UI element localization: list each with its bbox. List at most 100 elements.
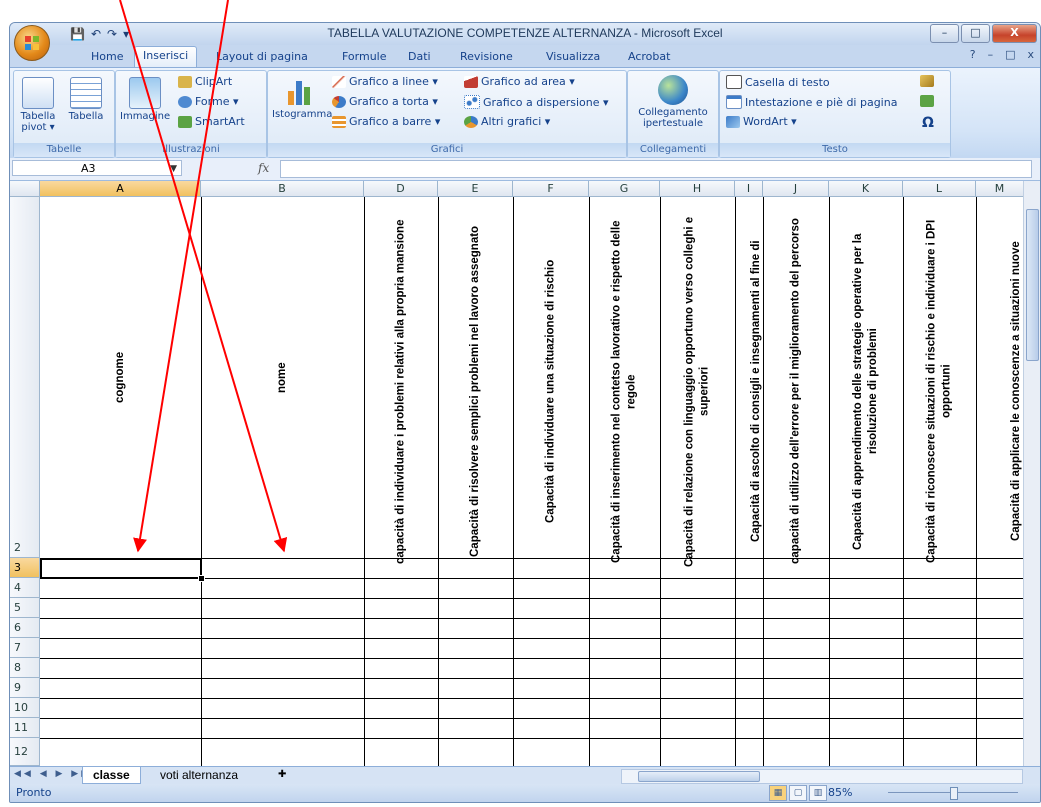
tab-formule[interactable]: Formule [334, 48, 395, 66]
column-chart-icon [288, 81, 310, 105]
header-cell-relazione[interactable]: Capacità di relazione con linguaggio opp… [660, 197, 735, 586]
column-header-j[interactable]: J [763, 181, 829, 197]
header-cell-apprendimento[interactable]: Capacità di apprendimento delle strategi… [829, 197, 903, 586]
horizontal-scrollbar[interactable] [621, 769, 1023, 784]
header-footer-button[interactable]: Intestazione e piè di pagina [726, 95, 897, 109]
office-button[interactable] [14, 25, 50, 61]
vertical-scroll-thumb[interactable] [1026, 209, 1039, 361]
tab-home[interactable]: Home [83, 48, 131, 66]
header-cell-utilizzo-errore[interactable]: capacità di utilizzo dell'errore per il … [763, 197, 829, 586]
zoom-level[interactable]: 85% [828, 786, 852, 799]
active-cell-a3[interactable] [40, 558, 202, 579]
tab-dati[interactable]: Dati [400, 48, 439, 66]
header-cell-applicare-conoscenze[interactable]: Capacità di applicare le conoscenze a si… [976, 197, 1024, 586]
close-button[interactable]: X [992, 24, 1037, 43]
ribbon-minimize-icon[interactable]: – [988, 48, 994, 61]
row-header-11[interactable]: 11 [10, 718, 40, 738]
group-illustrazioni: Immagine ClipArt Forme ▾ SmartArt Illust… [115, 70, 267, 158]
minimize-button[interactable]: – [930, 24, 959, 43]
column-header-b[interactable]: B [201, 181, 364, 197]
horizontal-scroll-thumb[interactable] [638, 771, 760, 782]
header-cell-ascolto[interactable]: Capacità di ascolto di consigli e insegn… [735, 197, 763, 586]
column-chart-button[interactable]: Istogramma [272, 77, 332, 120]
page-layout-view-icon[interactable]: ▢ [789, 785, 807, 801]
column-header-f[interactable]: F [513, 181, 589, 197]
column-header-m[interactable]: M [976, 181, 1024, 197]
header-cell-individuare-problemi[interactable]: capacità di individuare i problemi relat… [364, 197, 438, 586]
column-header-l[interactable]: L [903, 181, 976, 197]
insert-sheet-icon[interactable]: ✚ [268, 767, 296, 783]
column-header-k[interactable]: K [829, 181, 903, 197]
area-chart-button[interactable]: Grafico ad area ▾ [464, 75, 575, 88]
header-cell-inserimento[interactable]: Capacità di inserimento nel contetso lav… [589, 197, 660, 586]
symbol-button[interactable]: Ω [922, 115, 934, 131]
header-cell-nome[interactable]: nome [201, 197, 364, 558]
row-header-9[interactable]: 9 [10, 678, 40, 698]
column-header-a[interactable]: A [40, 181, 201, 197]
row-header-3[interactable]: 3 [10, 558, 40, 578]
chevron-down-icon[interactable]: ▼ [170, 161, 177, 177]
column-header-i[interactable]: I [735, 181, 763, 197]
function-icon[interactable]: fx [258, 161, 269, 175]
shapes-button[interactable]: Forme ▾ [178, 95, 239, 108]
header-cell-situazione-rischio[interactable]: Capacità di individuare una situazione d… [513, 197, 589, 586]
fill-handle[interactable] [198, 575, 205, 582]
table-button[interactable]: Tabella [66, 77, 106, 122]
pivot-table-icon [22, 77, 54, 109]
column-header-h[interactable]: H [660, 181, 735, 197]
formula-input[interactable] [280, 160, 1032, 178]
header-cell-risolvere-problemi[interactable]: Capacità di risolvere semplici problemi … [438, 197, 513, 586]
bar-chart-button[interactable]: Grafico a barre ▾ [332, 115, 440, 128]
text-box-icon [726, 75, 742, 89]
status-text: Pronto [16, 786, 52, 799]
row-header-4[interactable]: 4 [10, 578, 40, 598]
header-cell-cognome[interactable]: cognome [40, 197, 201, 558]
row-header-7[interactable]: 7 [10, 638, 40, 658]
row-header-10[interactable]: 10 [10, 698, 40, 718]
wordart-button[interactable]: WordArt ▾ [726, 115, 797, 128]
picture-icon [129, 77, 161, 109]
hyperlink-button[interactable]: Collegamento ipertestuale [632, 75, 714, 129]
picture-button[interactable]: Immagine [120, 77, 170, 122]
column-header-e[interactable]: E [438, 181, 513, 197]
zoom-slider[interactable] [888, 787, 1018, 800]
row-header-6[interactable]: 6 [10, 618, 40, 638]
tab-inserisci[interactable]: Inserisci [134, 46, 198, 68]
vertical-scrollbar[interactable] [1023, 181, 1040, 766]
smartart-button[interactable]: SmartArt [178, 115, 245, 128]
tab-revisione[interactable]: Revisione [452, 48, 521, 66]
row-header-2[interactable]: 2 [10, 197, 40, 558]
sheet-tab-classe[interactable]: classe [82, 767, 141, 784]
line-chart-button[interactable]: Grafico a linee ▾ [332, 75, 438, 88]
tab-layout-di-pagina[interactable]: Layout di pagina [208, 48, 316, 66]
ribbon-close-icon[interactable]: x [1027, 48, 1034, 61]
other-charts-button[interactable]: Altri grafici ▾ [464, 115, 550, 128]
normal-view-icon[interactable]: ▦ [769, 785, 787, 801]
group-name-tabelle: Tabelle [14, 143, 114, 157]
tab-acrobat[interactable]: Acrobat [620, 48, 678, 66]
page-break-view-icon[interactable]: ▥ [809, 785, 827, 801]
text-box-button[interactable]: Casella di testo [726, 75, 830, 89]
select-all-corner[interactable] [10, 181, 40, 197]
pivot-table-button[interactable]: Tabella pivot ▾ [18, 77, 58, 133]
ribbon-restore-icon[interactable]: □ [1005, 48, 1015, 61]
name-box[interactable]: A3 ▼ [12, 160, 182, 176]
row-header-12[interactable]: 12 [10, 738, 40, 766]
object-button[interactable] [920, 95, 934, 107]
column-header-d[interactable]: D [364, 181, 438, 197]
column-header-g[interactable]: G [589, 181, 660, 197]
help-icon[interactable]: ? [970, 48, 976, 61]
sheet-tab-voti-alternanza[interactable]: voti alternanza [150, 767, 248, 783]
row-header-8[interactable]: 8 [10, 658, 40, 678]
tab-visualizza[interactable]: Visualizza [538, 48, 608, 66]
maximize-button[interactable]: □ [961, 24, 990, 43]
pie-chart-button[interactable]: Grafico a torta ▾ [332, 95, 438, 108]
sheet-navigation-icons[interactable]: ◀◀ ◀ ▶ ▶▶ [14, 769, 91, 779]
worksheet-grid[interactable]: A B D E F G H I J K L M 2 3 4 5 6 7 8 9 … [10, 181, 1040, 766]
header-cell-riconoscere-rischio[interactable]: Capacità di riconoscere situazioni di ri… [903, 197, 976, 586]
row-header-5[interactable]: 5 [10, 598, 40, 618]
clipart-button[interactable]: ClipArt [178, 75, 232, 88]
signature-line-button[interactable] [920, 75, 934, 87]
scatter-chart-button[interactable]: Grafico a dispersione ▾ [464, 95, 609, 109]
zoom-slider-knob[interactable] [950, 787, 958, 800]
